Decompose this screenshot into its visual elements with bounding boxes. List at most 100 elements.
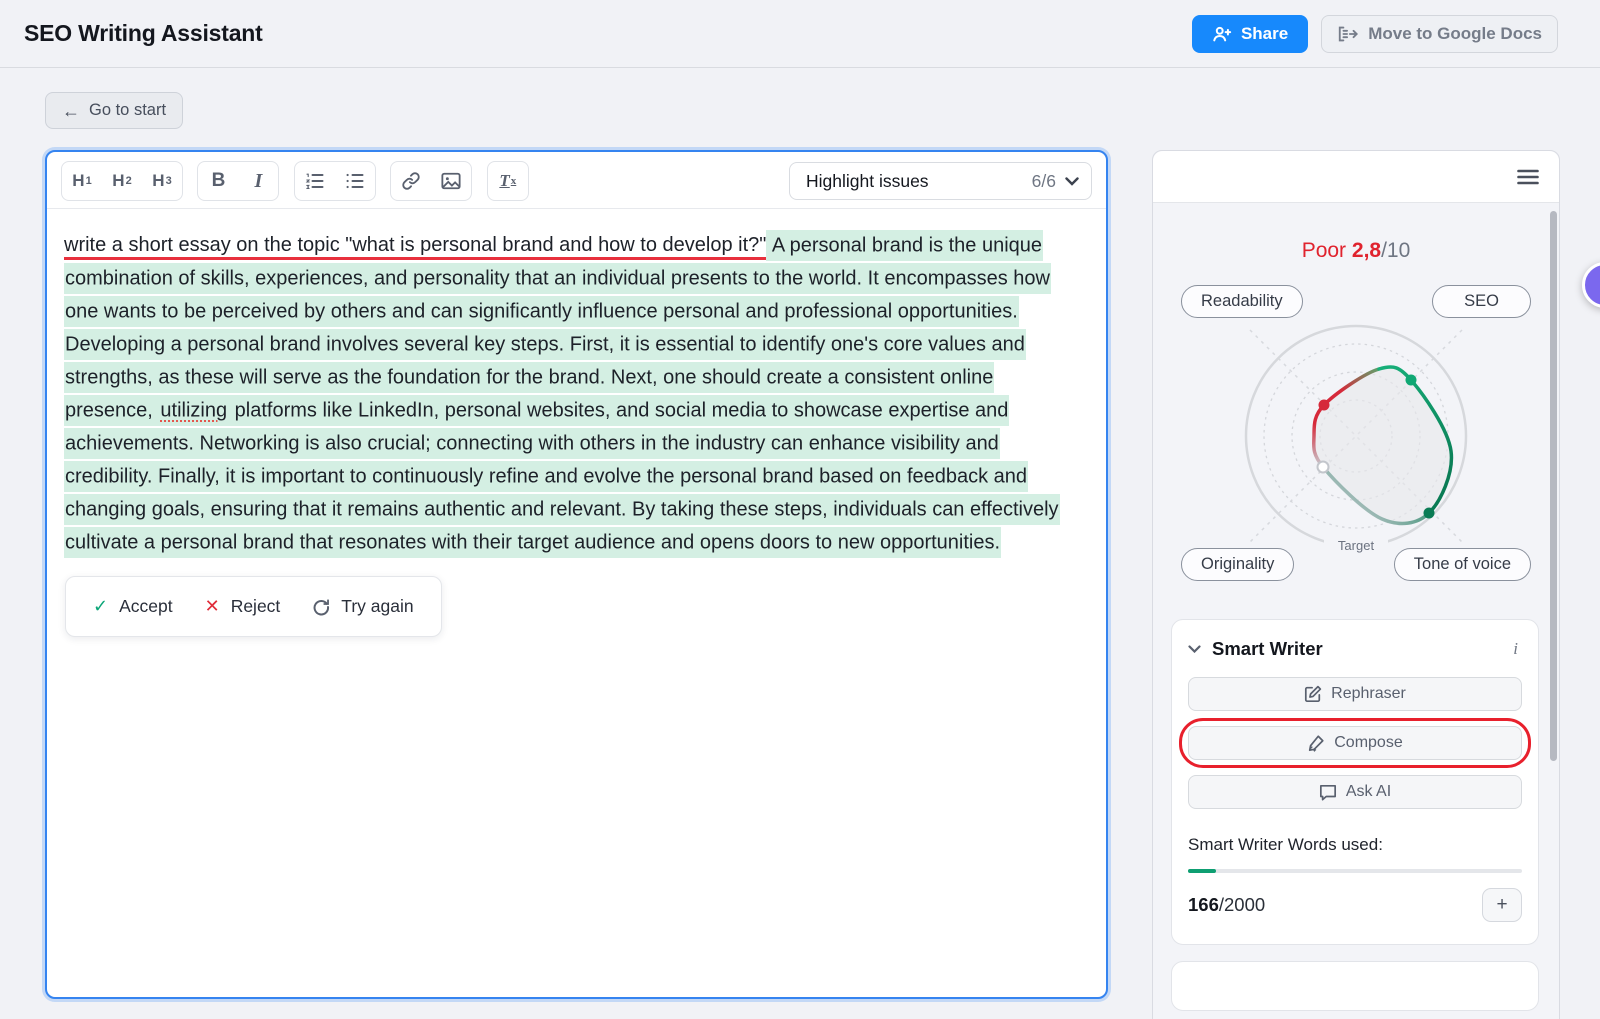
score-panel: Poor 2,8/10 Readability SEO <box>1152 150 1560 1019</box>
italic-button[interactable]: I <box>238 162 278 200</box>
gauge-top-pills: Readability SEO <box>1153 285 1559 318</box>
compose-button[interactable]: Compose <box>1188 726 1522 760</box>
h1-label: H <box>72 171 84 191</box>
try-again-label: Try again <box>341 590 413 623</box>
rephraser-label: Rephraser <box>1331 685 1406 703</box>
retry-icon <box>312 598 330 616</box>
ask-ai-label: Ask AI <box>1346 783 1391 801</box>
next-section-card <box>1171 961 1539 1011</box>
format-group: B I <box>197 161 279 201</box>
cross-icon: ✕ <box>205 590 220 623</box>
heading-group: H1 H2 H3 <box>61 161 183 201</box>
share-button-label: Share <box>1241 24 1288 44</box>
try-again-button[interactable]: Try again <box>312 590 413 623</box>
italic-icon: I <box>255 170 263 193</box>
words-count-row: 166 /2000 + <box>1188 888 1522 922</box>
smart-writer-title: Smart Writer <box>1212 638 1323 660</box>
tone-of-voice-dot <box>1424 508 1435 519</box>
bullet-list-button[interactable] <box>335 162 375 200</box>
ask-ai-button[interactable]: Ask AI <box>1188 775 1522 809</box>
compose-label: Compose <box>1334 734 1402 752</box>
editor-toolbar: H1 H2 H3 B I <box>47 152 1106 209</box>
editor-content[interactable]: write a short essay on the topic "what i… <box>47 209 1092 637</box>
header-actions: Share Move to Google Docs <box>1192 15 1558 53</box>
go-to-start-label: Go to start <box>89 101 166 120</box>
highlight-issues-dropdown[interactable]: Highlight issues 6/6 <box>789 162 1092 200</box>
clear-formatting-sub: x <box>511 175 517 187</box>
rephraser-button[interactable]: Rephraser <box>1188 677 1522 711</box>
check-icon: ✓ <box>93 590 108 623</box>
words-used-count: 166 <box>1188 894 1219 916</box>
smart-writer-header[interactable]: Smart Writer i <box>1188 638 1522 660</box>
gauge-bottom-pills: Originality Tone of voice <box>1153 548 1559 581</box>
move-to-google-docs-button[interactable]: Move to Google Docs <box>1321 15 1558 53</box>
reject-label: Reject <box>231 590 281 623</box>
bold-button[interactable]: B <box>198 162 238 200</box>
person-add-icon <box>1212 25 1232 43</box>
arrow-left-icon: ← <box>62 102 80 120</box>
h3-button[interactable]: H3 <box>142 162 182 200</box>
readability-dot <box>1319 400 1330 411</box>
seo-dot <box>1406 375 1417 386</box>
spellcheck-flagged-word[interactable]: utilizing <box>159 395 228 426</box>
highlight-issues-label: Highlight issues <box>806 171 929 192</box>
go-to-start-button[interactable]: ← Go to start <box>45 92 183 129</box>
panel-scrollbar[interactable] <box>1550 211 1557 761</box>
seo-pill[interactable]: SEO <box>1432 285 1531 318</box>
image-button[interactable] <box>431 162 471 200</box>
ordered-list-icon <box>305 172 325 190</box>
list-group <box>294 161 376 201</box>
score-value: 2,8 <box>1352 239 1381 262</box>
clear-format-group: Tx <box>487 161 529 201</box>
export-doc-icon <box>1337 25 1359 43</box>
score-panel-header <box>1153 151 1559 203</box>
add-words-button[interactable]: + <box>1482 888 1522 922</box>
move-to-google-docs-label: Move to Google Docs <box>1368 24 1542 44</box>
h3-label: H <box>152 171 164 191</box>
document-text: write a short essay on the topic "what i… <box>64 229 1074 559</box>
seo-writing-assistant-page: SEO Writing Assistant Share <box>0 0 1600 1019</box>
accept-button[interactable]: ✓ Accept <box>93 590 173 623</box>
magic-pen-icon <box>1307 734 1325 752</box>
score-max: /10 <box>1381 239 1410 262</box>
h1-button[interactable]: H1 <box>62 162 102 200</box>
app-header: SEO Writing Assistant Share <box>0 0 1600 68</box>
accept-label: Accept <box>119 590 173 623</box>
chevron-down-icon <box>1188 645 1201 653</box>
bullet-list-icon <box>345 172 365 190</box>
image-icon <box>441 172 461 190</box>
ai-suggestion-action-bar: ✓ Accept ✕ Reject Try again <box>65 576 442 637</box>
h2-sub: 2 <box>126 175 132 187</box>
highlight-issues-count: 6/6 <box>1032 171 1056 192</box>
chat-bubble-icon <box>1319 784 1337 801</box>
smart-writer-card: Smart Writer i Rephraser <box>1171 619 1539 945</box>
rephraser-pencil-icon <box>1304 685 1322 703</box>
prompt-text: write a short essay on the topic "what i… <box>64 234 766 260</box>
page-title: SEO Writing Assistant <box>24 20 263 47</box>
reject-button[interactable]: ✕ Reject <box>205 590 281 623</box>
floating-help-widget[interactable] <box>1582 262 1600 308</box>
overall-score: Poor 2,8/10 <box>1153 239 1559 263</box>
h1-sub: 1 <box>86 175 92 187</box>
link-button[interactable] <box>391 162 431 200</box>
tone-of-voice-pill[interactable]: Tone of voice <box>1394 548 1531 581</box>
originality-pill[interactable]: Originality <box>1181 548 1294 581</box>
share-button[interactable]: Share <box>1192 15 1308 53</box>
link-icon <box>401 171 421 191</box>
words-limit: /2000 <box>1219 894 1265 916</box>
media-group <box>390 161 472 201</box>
menu-icon[interactable] <box>1517 169 1539 185</box>
ordered-list-button[interactable] <box>295 162 335 200</box>
h2-label: H <box>112 171 124 191</box>
clear-formatting-button[interactable]: Tx <box>488 162 528 200</box>
compose-button-wrapper: Compose <box>1188 726 1522 760</box>
readability-pill[interactable]: Readability <box>1181 285 1303 318</box>
h3-sub: 3 <box>166 175 172 187</box>
editor-card: H1 H2 H3 B I <box>45 150 1108 999</box>
info-icon[interactable]: i <box>1513 639 1522 659</box>
score-gauge: Target <box>1176 320 1536 560</box>
clear-formatting-icon: T <box>499 171 509 191</box>
words-progress-fill <box>1188 869 1216 873</box>
h2-button[interactable]: H2 <box>102 162 142 200</box>
score-label: Poor <box>1302 239 1346 262</box>
